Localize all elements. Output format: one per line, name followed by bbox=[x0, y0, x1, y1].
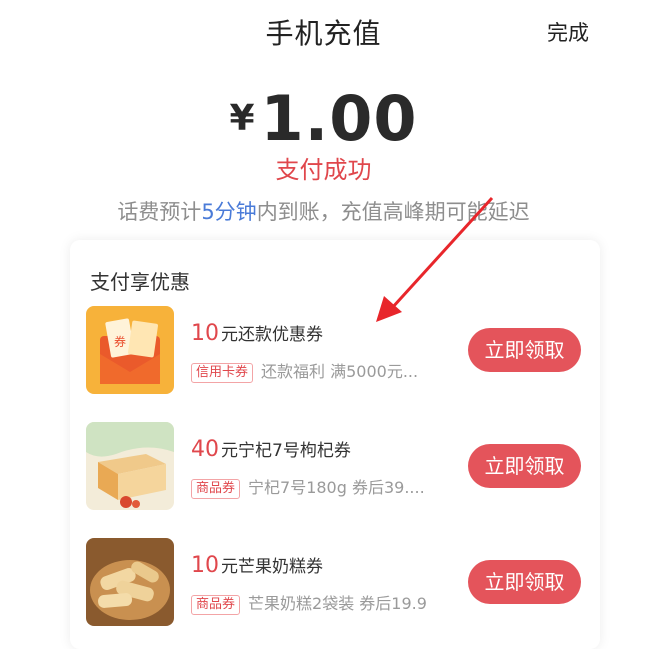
coupon-title: 元宁杞7号枸杞券 bbox=[221, 441, 351, 461]
payment-status: 支付成功 bbox=[275, 156, 372, 184]
coupon-tag: 信用卡券 bbox=[191, 363, 254, 383]
claim-button[interactable]: 立即领取 bbox=[468, 560, 581, 604]
coupon-amount: 10 bbox=[191, 321, 219, 346]
coupon-item: 券 10 元还款优惠券 信用卡券 还款福利 满5000元... 立即领取 bbox=[70, 306, 600, 401]
coupon-amount: 40 bbox=[191, 437, 219, 462]
goji-box-image bbox=[86, 422, 174, 510]
coupon-desc: 宁杞7号180g 券后39.... bbox=[248, 478, 425, 497]
svg-text:券: 券 bbox=[114, 334, 126, 349]
note-highlight: 5分钟 bbox=[201, 200, 257, 224]
claim-button[interactable]: 立即领取 bbox=[468, 328, 581, 372]
arrival-note: 话费预计5分钟内到账，充值高峰期可能延迟 bbox=[0, 196, 647, 226]
coupon-desc: 还款福利 满5000元... bbox=[261, 362, 419, 381]
currency-symbol: ¥ bbox=[229, 98, 255, 139]
done-button[interactable]: 完成 bbox=[547, 17, 589, 47]
mango-cake-image bbox=[86, 538, 174, 626]
coupon-amount: 10 bbox=[191, 553, 219, 578]
coupon-tag: 商品券 bbox=[191, 595, 241, 615]
coupon-tag: 商品券 bbox=[191, 479, 241, 499]
note-prefix: 话费预计 bbox=[117, 200, 202, 224]
coupon-envelope-image: 券 bbox=[86, 306, 174, 394]
coupon-title: 元芒果奶糕券 bbox=[221, 557, 323, 577]
top-bar: 手机充值 完成 bbox=[0, 0, 647, 64]
coupon-item: 40 元宁杞7号枸杞券 商品券 宁杞7号180g 券后39.... 立即领取 bbox=[70, 422, 600, 517]
note-suffix: 内到账，充值高峰期可能延迟 bbox=[256, 200, 530, 224]
coupon-item: 10 元芒果奶糕券 商品券 芒果奶糕2袋装 券后19.9 立即领取 bbox=[70, 538, 600, 633]
coupon-desc: 芒果奶糕2袋装 券后19.9 bbox=[248, 594, 427, 613]
offers-card: 支付享优惠 券 10 元还款优惠券 信用卡券 还款福利 满5000元... 立即领取 bbox=[70, 240, 600, 649]
amount-value: 1.00 bbox=[260, 82, 418, 155]
coupon-title: 元还款优惠券 bbox=[221, 325, 323, 345]
payment-amount: ¥1.00 bbox=[0, 82, 647, 155]
claim-button[interactable]: 立即领取 bbox=[468, 444, 581, 488]
offers-title: 支付享优惠 bbox=[90, 270, 190, 294]
